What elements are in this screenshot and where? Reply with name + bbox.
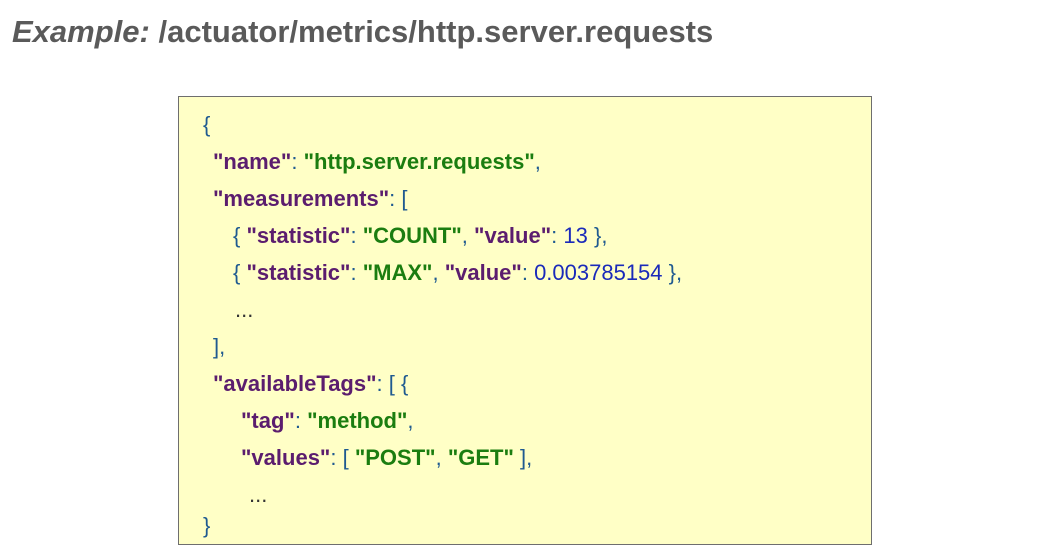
code-line-tag: "tag": "method", [241, 408, 414, 433]
json-key-tag: "tag" [241, 408, 295, 433]
title-endpoint-path: /actuator/metrics/http.server.requests [158, 14, 714, 49]
close-brace: } [203, 513, 211, 538]
json-key-statistic: "statistic" [246, 260, 351, 285]
code-line-tags-ellipsis: ... [249, 477, 267, 513]
json-key-value: "value" [444, 260, 522, 285]
json-key-value: "value" [474, 223, 552, 248]
code-line-name: "name": "http.server.requests", [213, 149, 541, 174]
json-code-box: { "name": "http.server.requests", "measu… [178, 96, 872, 545]
code-line-values: "values": [ "POST", "GET" ], [241, 445, 533, 470]
slide-title: Example: /actuator/metrics/http.server.r… [12, 12, 713, 52]
code-line-close-array: ], [213, 334, 226, 359]
code-line-open-brace: { [203, 107, 210, 143]
measurements-ellipsis: ... [235, 297, 254, 322]
json-value-statistic: "MAX" [362, 260, 433, 285]
tags-ellipsis: ... [249, 482, 268, 507]
title-example-label: Example: [12, 14, 150, 49]
code-line-available-tags: "availableTags": [ { [213, 371, 409, 396]
json-value-get: "GET" [447, 445, 514, 470]
json-value-number: 0.003785154 [534, 260, 663, 285]
measurement-item: { "statistic": "MAX", "value": 0.0037851… [233, 260, 683, 285]
json-key-measurements: "measurements" [213, 186, 390, 211]
json-key-values: "values" [241, 445, 331, 470]
json-value-number: 13 [563, 223, 588, 248]
measurement-item: { "statistic": "COUNT", "value": 13 }, [233, 223, 608, 248]
json-value-post: "POST" [354, 445, 436, 470]
code-line-measurements: "measurements": [ [213, 186, 408, 211]
code-line-close-brace: } [203, 508, 210, 544]
json-key-available-tags: "availableTags" [213, 371, 377, 396]
code-line-ellipsis: ... [235, 292, 253, 328]
json-value-name: "http.server.requests" [303, 149, 535, 174]
json-value-statistic: "COUNT" [362, 223, 462, 248]
json-key-statistic: "statistic" [246, 223, 351, 248]
json-key-name: "name" [213, 149, 292, 174]
json-value-tag: "method" [307, 408, 408, 433]
open-brace: { [203, 112, 211, 137]
